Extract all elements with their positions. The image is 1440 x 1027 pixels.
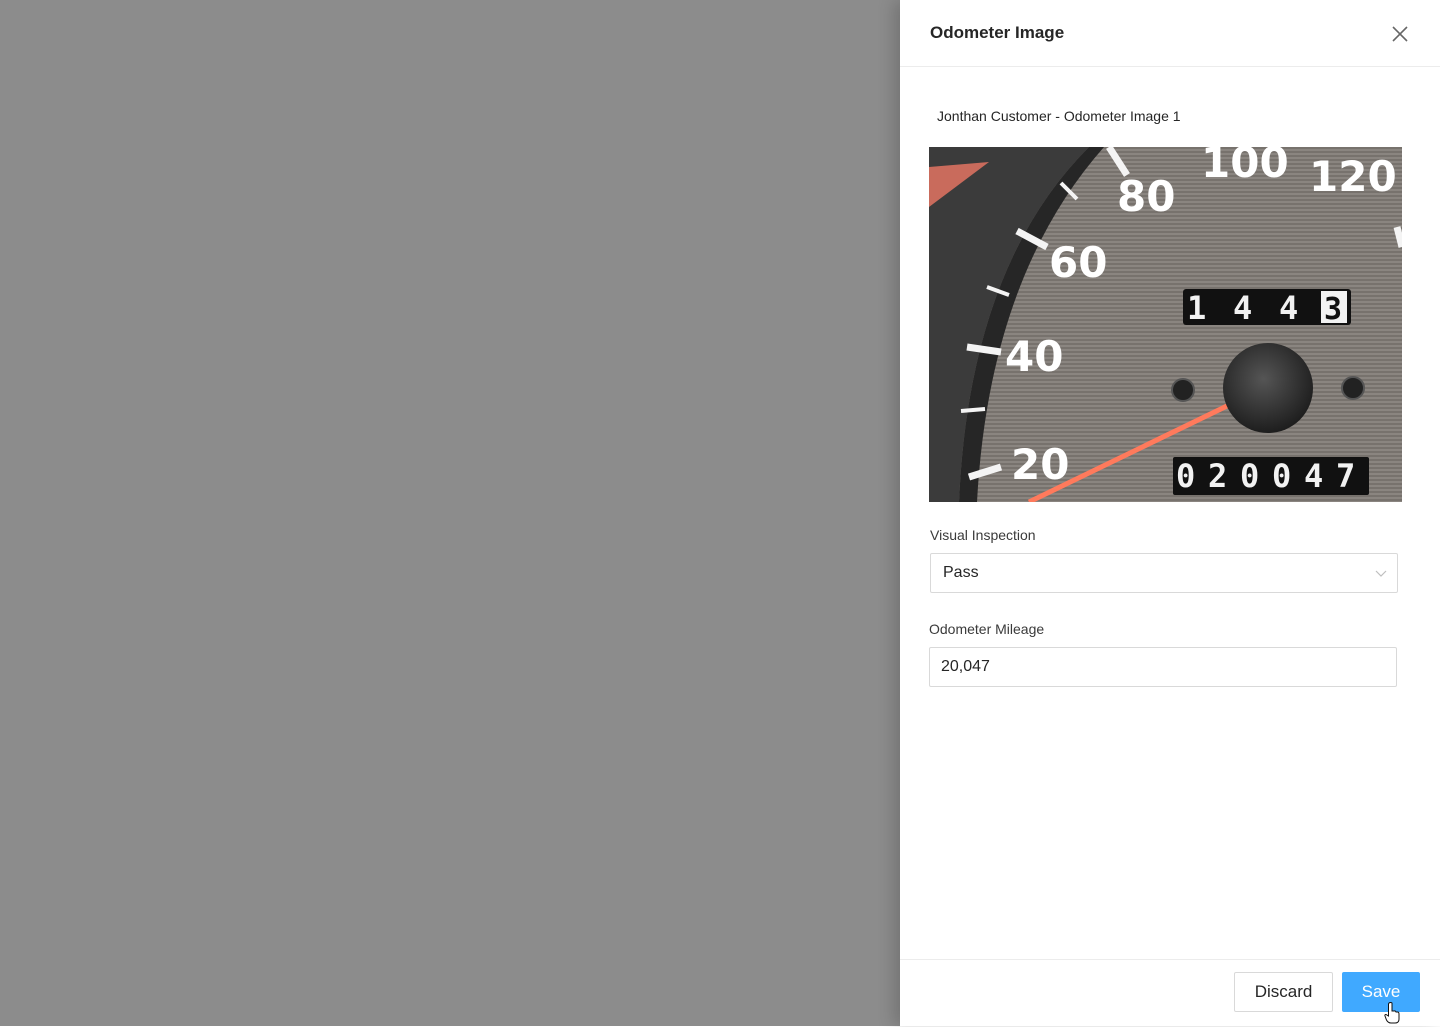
image-caption: Jonthan Customer - Odometer Image 1 — [937, 108, 1181, 124]
odo-digit-2: 2 — [1208, 457, 1227, 495]
drawer-footer: Discard Save — [900, 959, 1440, 1027]
trip-digit-3: 4 — [1279, 289, 1298, 327]
visual-inspection-select[interactable]: Pass — [930, 553, 1398, 593]
speed-label-120: 120 — [1309, 152, 1397, 201]
save-button[interactable]: Save — [1342, 972, 1420, 1012]
speed-label-100: 100 — [1201, 147, 1289, 187]
chevron-down-icon — [1375, 570, 1387, 577]
trip-digit-4: 3 — [1324, 292, 1342, 327]
odo-digit-5: 4 — [1304, 457, 1323, 495]
visual-inspection-label: Visual Inspection — [930, 527, 1036, 543]
odometer-photo: 20 40 60 80 100 120 1 4 4 3 0 2 0 0 4 7 — [929, 147, 1402, 502]
drawer-header: Odometer Image — [900, 0, 1440, 67]
odometer-mileage-label: Odometer Mileage — [929, 621, 1045, 637]
odo-digit-4: 0 — [1272, 457, 1291, 495]
speed-label-60: 60 — [1049, 238, 1107, 287]
drawer-title: Odometer Image — [930, 23, 1065, 42]
speed-label-40: 40 — [1005, 332, 1063, 381]
speed-label-80: 80 — [1117, 172, 1175, 221]
modal-overlay[interactable] — [0, 0, 900, 1026]
odometer-mileage-input[interactable] — [929, 647, 1397, 687]
visual-inspection-value: Pass — [943, 564, 979, 581]
odo-digit-3: 0 — [1240, 457, 1259, 495]
odo-digit-6: 7 — [1336, 457, 1355, 495]
speed-label-20: 20 — [1011, 440, 1069, 489]
close-icon — [1392, 26, 1408, 42]
close-button[interactable] — [1388, 22, 1412, 46]
discard-button[interactable]: Discard — [1234, 972, 1333, 1012]
trip-digit-2: 4 — [1233, 289, 1252, 327]
trip-digit-1: 1 — [1187, 289, 1206, 327]
odo-digit-1: 0 — [1176, 457, 1195, 495]
odometer-drawer: Odometer Image Jonthan Customer - Odomet… — [900, 0, 1440, 1026]
